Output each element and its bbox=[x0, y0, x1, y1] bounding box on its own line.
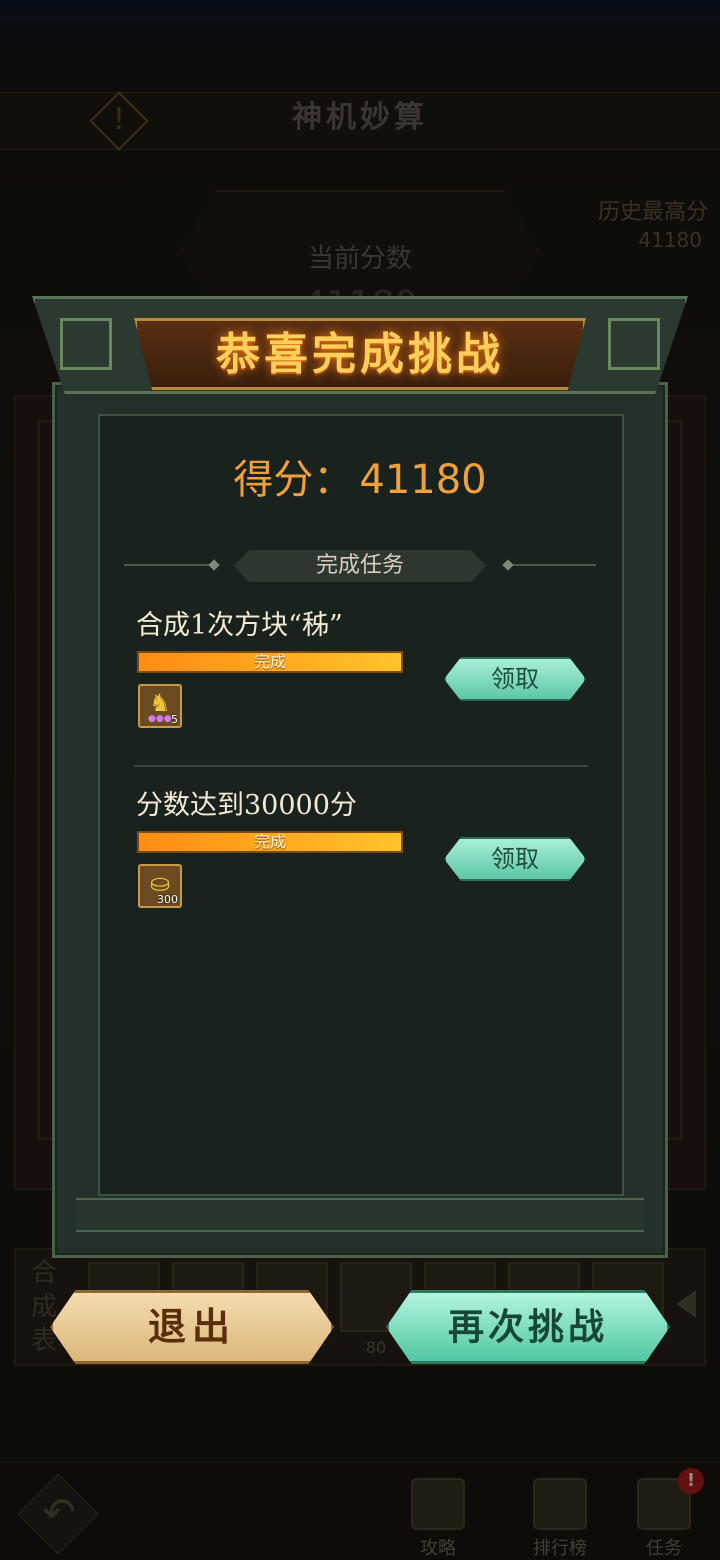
task-reward[interactable]: ♞ ●●● 5 bbox=[138, 684, 182, 728]
task-progress-bar: 完成 bbox=[137, 651, 403, 673]
final-score: 得分： 41180 bbox=[0, 452, 720, 508]
task-title: 合成1次方块“秭” bbox=[136, 610, 343, 641]
task-separator bbox=[134, 765, 588, 767]
final-score-label: 得分： bbox=[233, 457, 354, 503]
retry-button[interactable]: 再次挑战 bbox=[386, 1290, 670, 1364]
modal-title: 恭喜完成挑战 bbox=[216, 329, 504, 380]
reward-count: 5 bbox=[171, 713, 178, 726]
purple-gems-icon: ●●● bbox=[148, 714, 172, 724]
claim-button[interactable]: 领取 bbox=[444, 657, 586, 701]
exit-button[interactable]: 退出 bbox=[50, 1290, 334, 1364]
task-progress-text: 完成 bbox=[253, 832, 286, 851]
divider-left bbox=[124, 564, 214, 566]
task-reward[interactable]: ⛀ 300 bbox=[138, 864, 182, 908]
task-title: 分数达到30000分 bbox=[136, 790, 357, 821]
task-progress-text: 完成 bbox=[253, 652, 286, 671]
final-score-value: 41180 bbox=[359, 457, 487, 503]
claim-button[interactable]: 领取 bbox=[444, 837, 586, 881]
reward-count: 300 bbox=[157, 893, 178, 906]
divider-right bbox=[506, 564, 596, 566]
section-title: 完成任务 bbox=[315, 553, 404, 578]
task-progress-bar: 完成 bbox=[137, 831, 403, 853]
modal-bottom-ornament bbox=[76, 1198, 644, 1232]
